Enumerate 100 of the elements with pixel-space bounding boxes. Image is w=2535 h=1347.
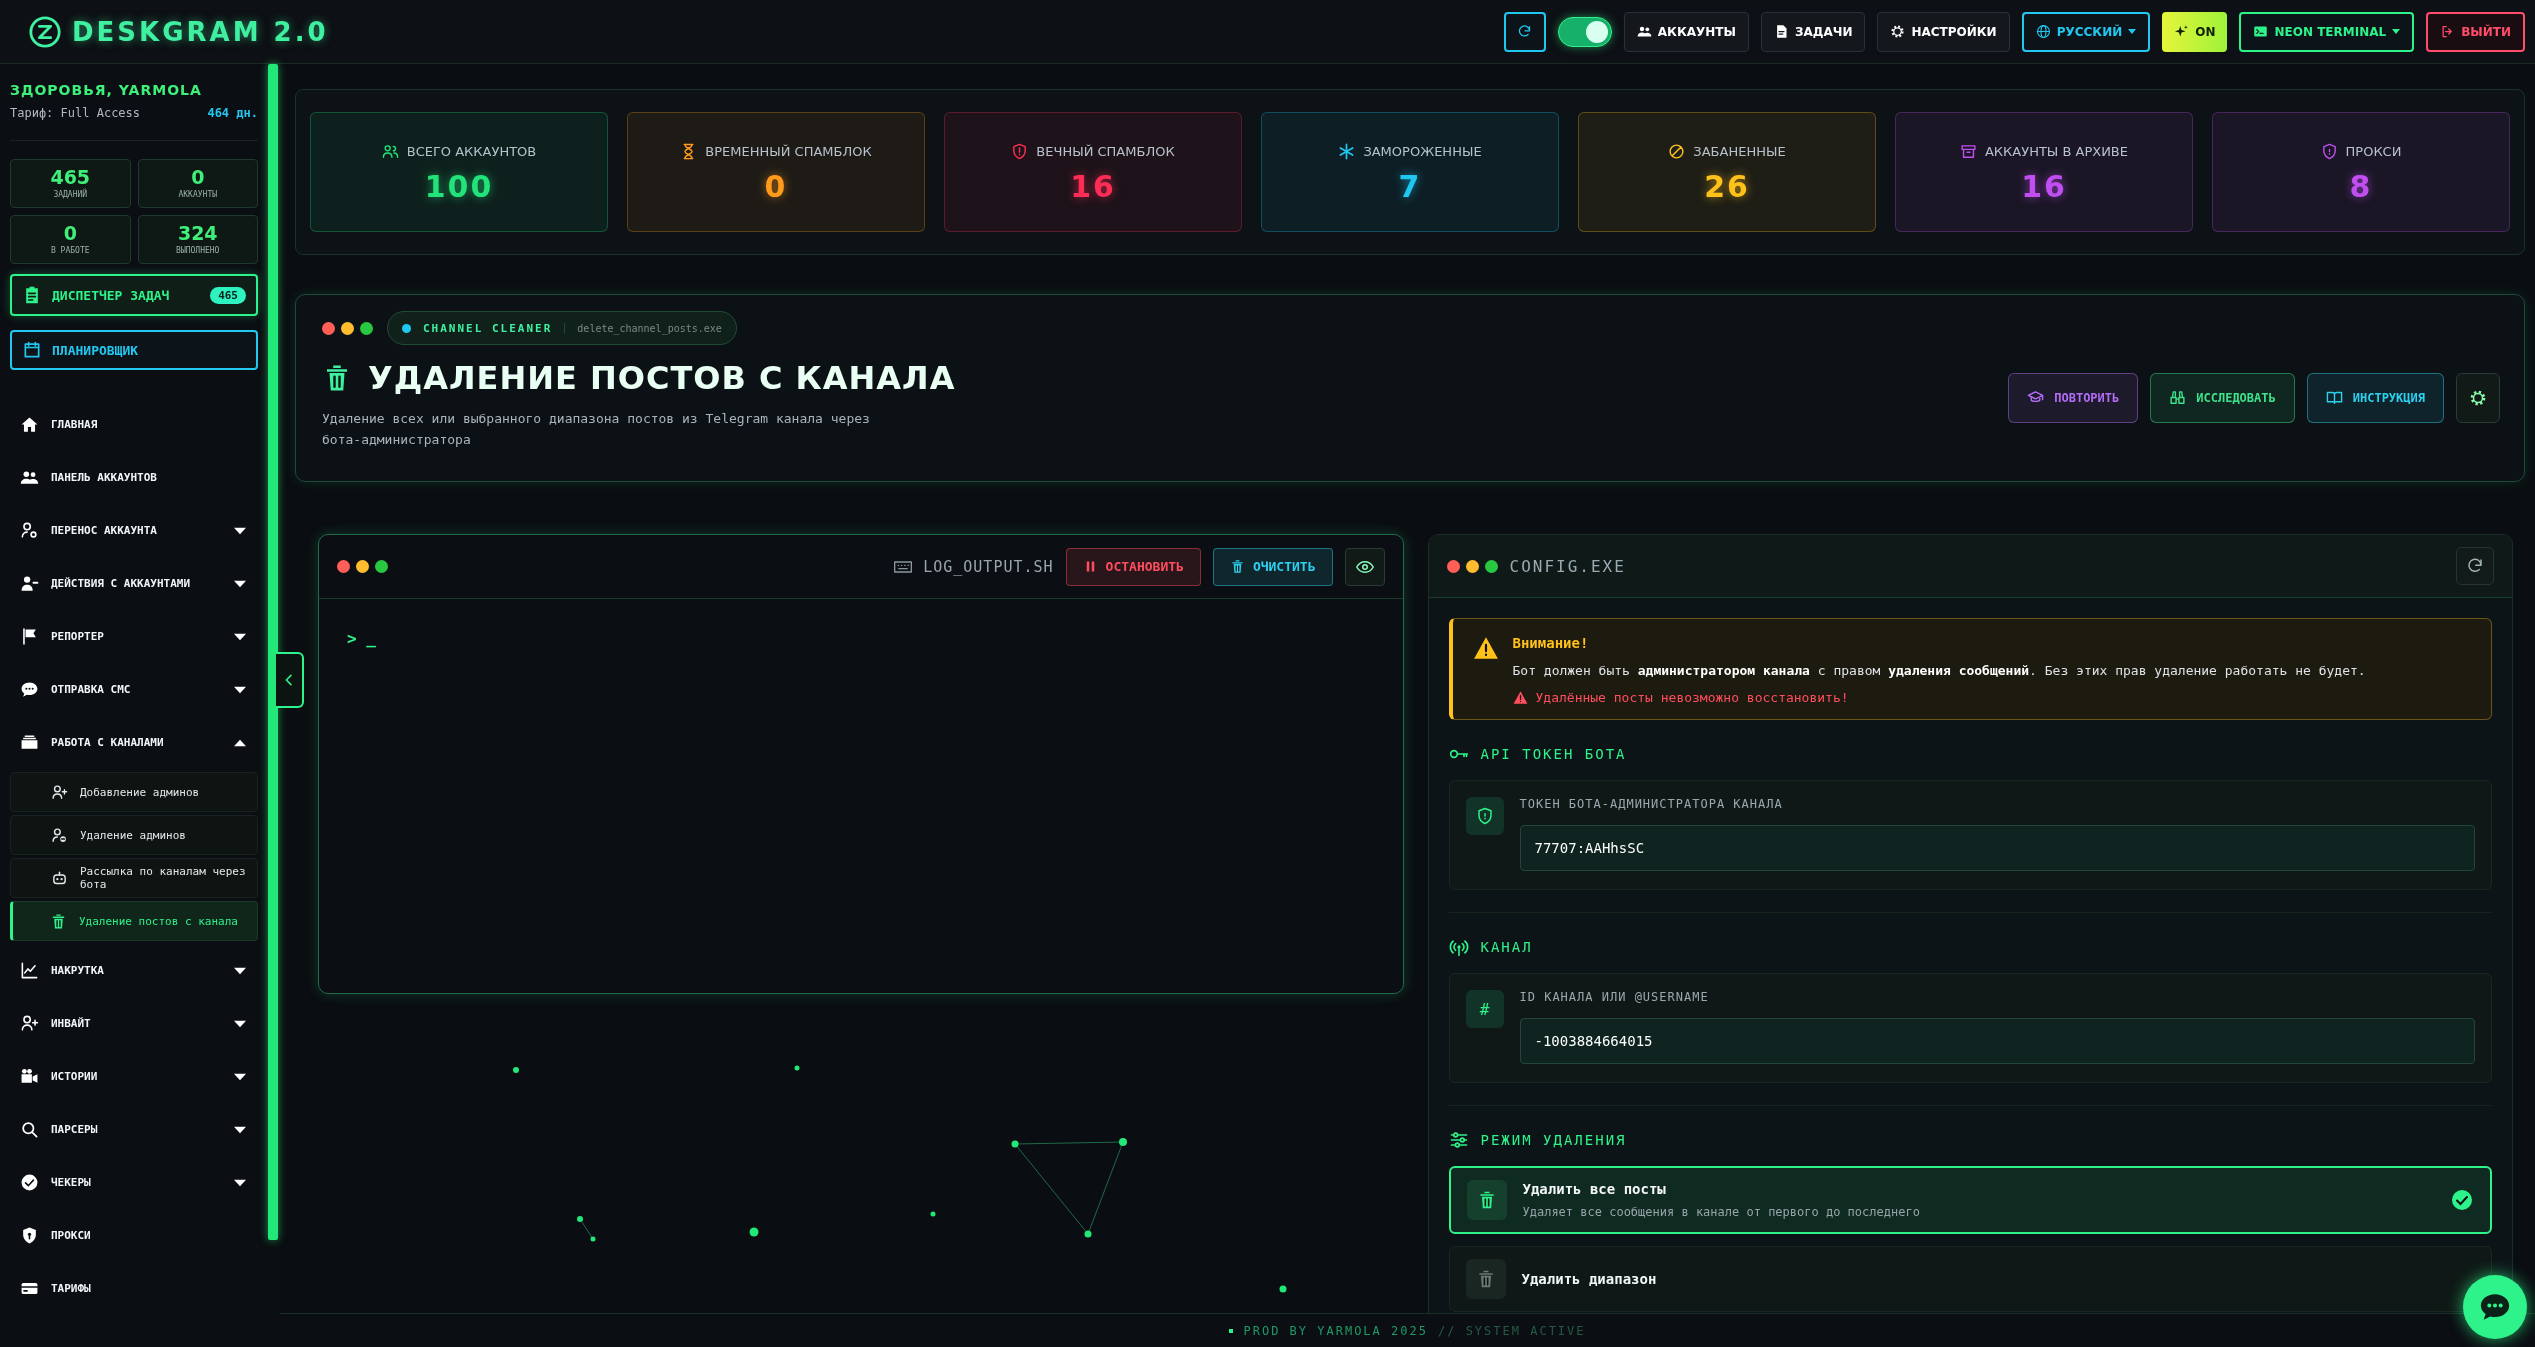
logout-button[interactable]: ВЫЙТИ: [2426, 11, 2525, 52]
log-button[interactable]: ОЧИСТИТЬ: [1212, 547, 1333, 586]
users-icon: [1636, 24, 1652, 39]
warning-title: Внимание!: [1512, 635, 1590, 651]
refresh-button[interactable]: [2456, 547, 2494, 585]
section-heading: РЕЖИМ УДАЛЕНИЯ: [1480, 1132, 1627, 1148]
option-title: Удалить все посты: [1522, 1181, 1667, 1197]
section-heading: API ТОКЕН БОТА: [1480, 746, 1627, 762]
nav-item[interactable]: ПЕРЕНОС АККАУНТА: [10, 504, 258, 557]
task-dispatcher-button[interactable]: ДИСПЕТЧЕР ЗАДАЧ 465: [10, 274, 258, 316]
count-badge: 465: [210, 286, 246, 304]
stat-label: ЗАБАНЕННЫЕ: [1693, 143, 1786, 159]
trash-icon: [50, 912, 67, 930]
file-name: delete_channel_posts.exe: [564, 322, 722, 334]
scrollbar-thumb[interactable]: [268, 64, 278, 1240]
action-button[interactable]: ИССЛЕДОВАТЬ: [2150, 372, 2295, 423]
scheduler-button[interactable]: ПЛАНИРОВЩИК: [10, 330, 258, 370]
nav-item[interactable]: ОТПРАВКА СМС: [10, 663, 258, 716]
stat-value: 26: [1704, 171, 1750, 202]
input-field[interactable]: 77707:AAHhsSC: [1519, 825, 2475, 871]
dropdown-button[interactable]: РУССКИЙ: [2021, 11, 2151, 52]
user-plus-icon: [51, 783, 68, 801]
stat-label: АККАУНТЫ В АРХИВЕ: [1984, 143, 2128, 159]
nav-item[interactable]: ПРОКСИ: [10, 1209, 258, 1262]
shield-icon: [1475, 807, 1494, 825]
stat-label: В РАБОТЕ: [51, 246, 90, 255]
nav-button[interactable]: АККАУНТЫ: [1623, 11, 1749, 52]
refresh-button[interactable]: [1503, 11, 1546, 52]
mode-option[interactable]: Удалить диапазон: [1448, 1246, 2492, 1312]
nav-subitem[interactable]: Рассылка по каналам через бота: [10, 858, 258, 898]
check-circle-icon: [20, 1173, 39, 1192]
nav-item[interactable]: ПАНЕЛЬ АККАУНТОВ: [10, 451, 258, 504]
refresh-icon: [1517, 24, 1533, 39]
shield-alert-icon: [1011, 142, 1029, 160]
video-camera-icon: [20, 1067, 39, 1086]
window-dots-icon: [1446, 559, 1498, 573]
field-label: ТОКЕН БОТА-АДМИНИСТРАТОРА КАНАЛА: [1519, 797, 1784, 811]
dropdown-button[interactable]: NEON TERMINAL: [2239, 11, 2415, 52]
app-logo: DESKGRAM 2.0: [72, 16, 329, 47]
settings-button[interactable]: [2456, 372, 2500, 423]
stat-value: 465: [50, 168, 91, 187]
action-button[interactable]: ИНСТРУКЦИЯ: [2306, 372, 2444, 423]
option-title: Удалить диапазон: [1521, 1271, 1657, 1287]
nav-item[interactable]: ПАРСЕРЫ: [10, 1103, 258, 1156]
nav-item[interactable]: ИСТОРИИ: [10, 1050, 258, 1103]
line-chart-icon: [20, 961, 39, 980]
search-icon: [20, 1120, 39, 1139]
nav-subitem[interactable]: Удаление админов: [10, 815, 258, 855]
terminal-icon: [2253, 24, 2269, 39]
nav-item[interactable]: РЕПОРТЕР: [10, 610, 258, 663]
nav-item[interactable]: ДЕЙСТВИЯ С АККАУНТАМИ: [10, 557, 258, 610]
nav-button[interactable]: ЗАДАЧИ: [1760, 11, 1866, 52]
flag-icon: [20, 627, 39, 646]
nav-subitem[interactable]: Добавление админов: [10, 772, 258, 812]
nav-item[interactable]: НАКРУТКА: [10, 944, 258, 997]
nav-item[interactable]: ТАРИФЫ: [10, 1262, 258, 1315]
toggle-switch[interactable]: [1557, 16, 1612, 47]
stat-label: ВЕЧНЫЙ СПАМБЛОК: [1036, 143, 1175, 159]
users-icon: [381, 142, 399, 160]
action-button[interactable]: ПОВТОРИТЬ: [2008, 372, 2139, 423]
window-dots-icon: [337, 560, 388, 573]
nav-item[interactable]: ИНВАЙТ: [10, 997, 258, 1050]
mode-option[interactable]: Удалить все посты Удаляет все сообщения в канале от первого до последнего: [1448, 1166, 2492, 1234]
field-label: ID КАНАЛА ИЛИ @USERNAME: [1519, 990, 1710, 1004]
logo-icon: [28, 14, 62, 49]
nav-item[interactable]: ЧЕКЕРЫ: [10, 1156, 258, 1209]
warning-icon: [1472, 635, 1499, 661]
window-dots-icon: [322, 321, 373, 335]
stat-value: 0: [191, 168, 205, 187]
refresh-icon: [2466, 557, 2484, 575]
warning-text: Бот должен быть администратором канала с правом удаления сообщений. Без этих прав удаление работать не будет.: [1512, 663, 2366, 678]
sparkle-icon: [2174, 24, 2190, 39]
effects-button[interactable]: ON: [2162, 11, 2228, 52]
book-icon: [2325, 389, 2343, 407]
nav-button[interactable]: НАСТРОЙКИ: [1877, 11, 2010, 52]
antenna-icon: [1448, 937, 1469, 957]
plan-label: Тариф: Full Access: [10, 106, 141, 120]
user-plus-icon: [20, 1014, 39, 1033]
nav-subitem[interactable]: Удаление постов с канала: [10, 901, 258, 941]
log-button[interactable]: ОСТАНОВИТЬ: [1065, 547, 1201, 586]
calendar-icon: [22, 340, 42, 360]
terminal-prompt: > _: [346, 628, 377, 650]
greeting: ЗДОРОВЬЯ, YARMOLA: [10, 82, 203, 98]
binoculars-icon: [2169, 389, 2187, 407]
input-field[interactable]: -1003884664015: [1519, 1018, 2475, 1064]
days-left: 464 дн.: [207, 106, 258, 120]
check-circle-icon: [2450, 1188, 2474, 1212]
visibility-button[interactable]: [1344, 547, 1385, 586]
warning-icon: [1512, 690, 1528, 705]
nav-item[interactable]: ГЛАВНАЯ: [10, 398, 258, 451]
stat-label: ЗАДАНИЙ: [53, 190, 88, 199]
collapse-sidebar-button[interactable]: [276, 652, 304, 708]
stat-value: 16: [2021, 171, 2067, 202]
home-icon: [20, 415, 39, 434]
shield-icon: [20, 1226, 39, 1245]
nav-item[interactable]: РАБОТА С КАНАЛАМИ: [10, 716, 258, 769]
stat-label: ПРОКСИ: [2345, 143, 2402, 159]
log-title: LOG_OUTPUT.SH: [923, 557, 1054, 576]
chat-icon: [20, 680, 39, 699]
stat-value: 324: [177, 224, 218, 243]
